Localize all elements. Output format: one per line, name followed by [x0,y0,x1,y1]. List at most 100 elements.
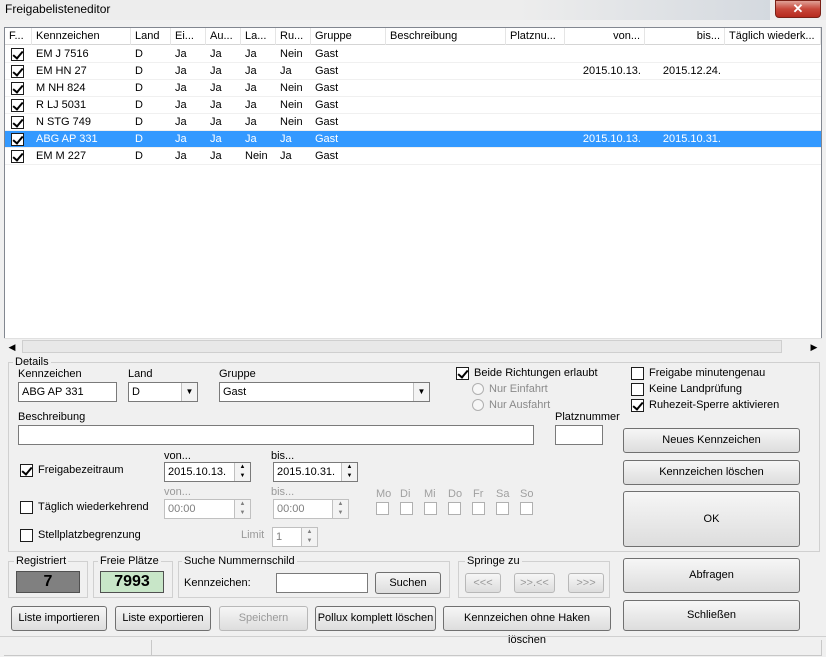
ohne-haken-loeschen-button[interactable]: Kennzeichen ohne Haken löschen [443,606,611,646]
scroll-right-icon[interactable]: ▶ [806,339,822,355]
table-cell-au: Ja [210,116,222,128]
column-header[interactable]: Au... [206,28,241,45]
table-row[interactable]: N STG 749 D Ja Ja Ja Nein Gast [5,114,821,131]
table-cell-bis [645,97,725,114]
pollux-loeschen-button[interactable]: Pollux komplett löschen [315,606,436,631]
row-checkbox[interactable] [11,65,24,78]
column-header[interactable]: Platznu... [506,28,565,45]
gruppe-select[interactable]: Gast ▼ [219,382,430,402]
scroll-thumb[interactable] [22,340,782,353]
table-row[interactable]: EM M 227 D Ja Ja Nein Ja Gast [5,148,821,165]
time-von-field[interactable]: 00:00 ▲ ▼ [164,499,251,519]
nur-einfahrt-radio[interactable] [472,383,484,395]
platznummer-field[interactable] [555,425,603,445]
von-date-field[interactable]: 2015.10.13. ▲ ▼ [164,462,251,482]
table-cell-von [565,46,645,63]
column-header[interactable]: Kennzeichen [32,28,131,45]
column-header[interactable]: F... [5,28,32,45]
chevron-down-icon[interactable]: ▼ [413,383,429,401]
table-row[interactable]: R LJ 5031 D Ja Ja Ja Nein Gast [5,97,821,114]
date-spinner[interactable]: ▲ ▼ [234,463,250,481]
land-select[interactable]: D ▼ [128,382,198,402]
weekday-label: Mi [424,488,436,500]
row-checkbox[interactable] [11,82,24,95]
keine-landpruefung-label: Keine Landprüfung [649,383,742,395]
row-checkbox[interactable] [11,48,24,61]
table-row[interactable]: EM HN 27 D Ja Ja Ja Ja Gast 2015.10.13. 2015.12.… [5,63,821,80]
beide-richtungen-label: Beide Richtungen erlaubt [474,367,598,379]
freigabezeitraum-checkbox[interactable] [20,464,33,477]
weekday-checkbox[interactable] [424,502,437,515]
jump-last-button[interactable]: >>> [568,573,604,593]
scroll-left-icon[interactable]: ◀ [4,339,20,355]
table-cell-ru: Ja [280,65,292,77]
table-row[interactable]: ABG AP 331 D Ja Ja Ja Ja Gast 2015.10.13. 2015.1… [5,131,821,148]
limit-spinner[interactable]: ▲ ▼ [301,528,317,546]
table-cell-kennzeichen: ABG AP 331 [36,133,98,145]
title-bar-background [520,0,770,20]
speichern-button[interactable]: Speichern [219,606,308,631]
weekday-checkbox[interactable] [376,502,389,515]
stellplatz-label: Stellplatzbegrenzung [38,529,141,541]
weekday-checkbox[interactable] [520,502,533,515]
jump-first-button[interactable]: <<< [465,573,501,593]
table-row[interactable]: M NH 824 D Ja Ja Ja Nein Gast [5,80,821,97]
table-cell-au: Ja [210,65,222,77]
column-header[interactable]: bis... [645,28,725,45]
table-cell-taeglich [725,63,821,80]
row-checkbox[interactable] [11,116,24,129]
beschreibung-field[interactable] [18,425,534,445]
jump-middle-button[interactable]: >>.<< [514,573,555,593]
chevron-down-icon[interactable]: ▼ [181,383,197,401]
column-header[interactable]: La... [241,28,276,45]
table-cell-platz [506,131,565,148]
table-cell-bis [645,46,725,63]
column-header[interactable]: Beschreibung [386,28,506,45]
time-spinner[interactable]: ▲ ▼ [234,500,250,518]
bis-date-field[interactable]: 2015.10.31. ▲ ▼ [273,462,358,482]
suche-field[interactable] [276,573,368,593]
row-checkbox[interactable] [11,133,24,146]
limit-label: Limit [241,529,265,541]
time-spinner[interactable]: ▲ ▼ [332,500,348,518]
column-header[interactable]: Ei... [171,28,206,45]
taeglich-checkbox[interactable] [20,501,33,514]
kennzeichen-loeschen-button[interactable]: Kennzeichen löschen [623,460,800,485]
liste-importieren-button[interactable]: Liste importieren [11,606,107,631]
weekday-checkbox[interactable] [400,502,413,515]
suchen-button[interactable]: Suchen [375,572,441,594]
column-header[interactable]: Täglich wiederk... [725,28,821,45]
row-checkbox[interactable] [11,150,24,163]
neues-kennzeichen-button[interactable]: Neues Kennzeichen [623,428,800,453]
beide-richtungen-checkbox[interactable] [456,367,469,380]
table-row[interactable]: EM J 7516 D Ja Ja Ja Nein Gast [5,46,821,63]
abfragen-button[interactable]: Abfragen [623,558,800,593]
freigabe-minutengenau-checkbox[interactable] [631,367,644,380]
horizontal-scrollbar[interactable]: ◀ ▶ [4,338,822,354]
limit-field[interactable]: 1 ▲ ▼ [272,527,318,547]
close-button[interactable]: ✕ [775,0,821,18]
liste-exportieren-button[interactable]: Liste exportieren [115,606,211,631]
weekday-checkbox[interactable] [496,502,509,515]
weekday-checkbox[interactable] [472,502,485,515]
kennzeichen-field[interactable]: ABG AP 331 [18,382,117,402]
keine-landpruefung-checkbox[interactable] [631,383,644,396]
column-header[interactable]: von... [565,28,645,45]
nur-ausfahrt-radio[interactable] [472,399,484,411]
plate-list[interactable]: F... Kennzeichen Land Ei... Au... La... … [4,27,822,354]
weekday-checkbox[interactable] [448,502,461,515]
ruhezeit-sperre-checkbox[interactable] [631,399,644,412]
time-bis-field[interactable]: 00:00 ▲ ▼ [273,499,349,519]
date-spinner[interactable]: ▲ ▼ [341,463,357,481]
column-header[interactable]: Land [131,28,171,45]
stellplatz-checkbox[interactable] [20,529,33,542]
column-header[interactable]: Ru... [276,28,311,45]
table-cell-platz [506,114,565,131]
von-date-value: 2015.10.13. [168,466,227,478]
ok-button[interactable]: OK [623,491,800,547]
table-cell-taeglich [725,148,821,165]
row-checkbox[interactable] [11,99,24,112]
table-cell-au: Ja [210,82,222,94]
schliessen-button[interactable]: Schließen [623,600,800,631]
column-header[interactable]: Gruppe [311,28,386,45]
